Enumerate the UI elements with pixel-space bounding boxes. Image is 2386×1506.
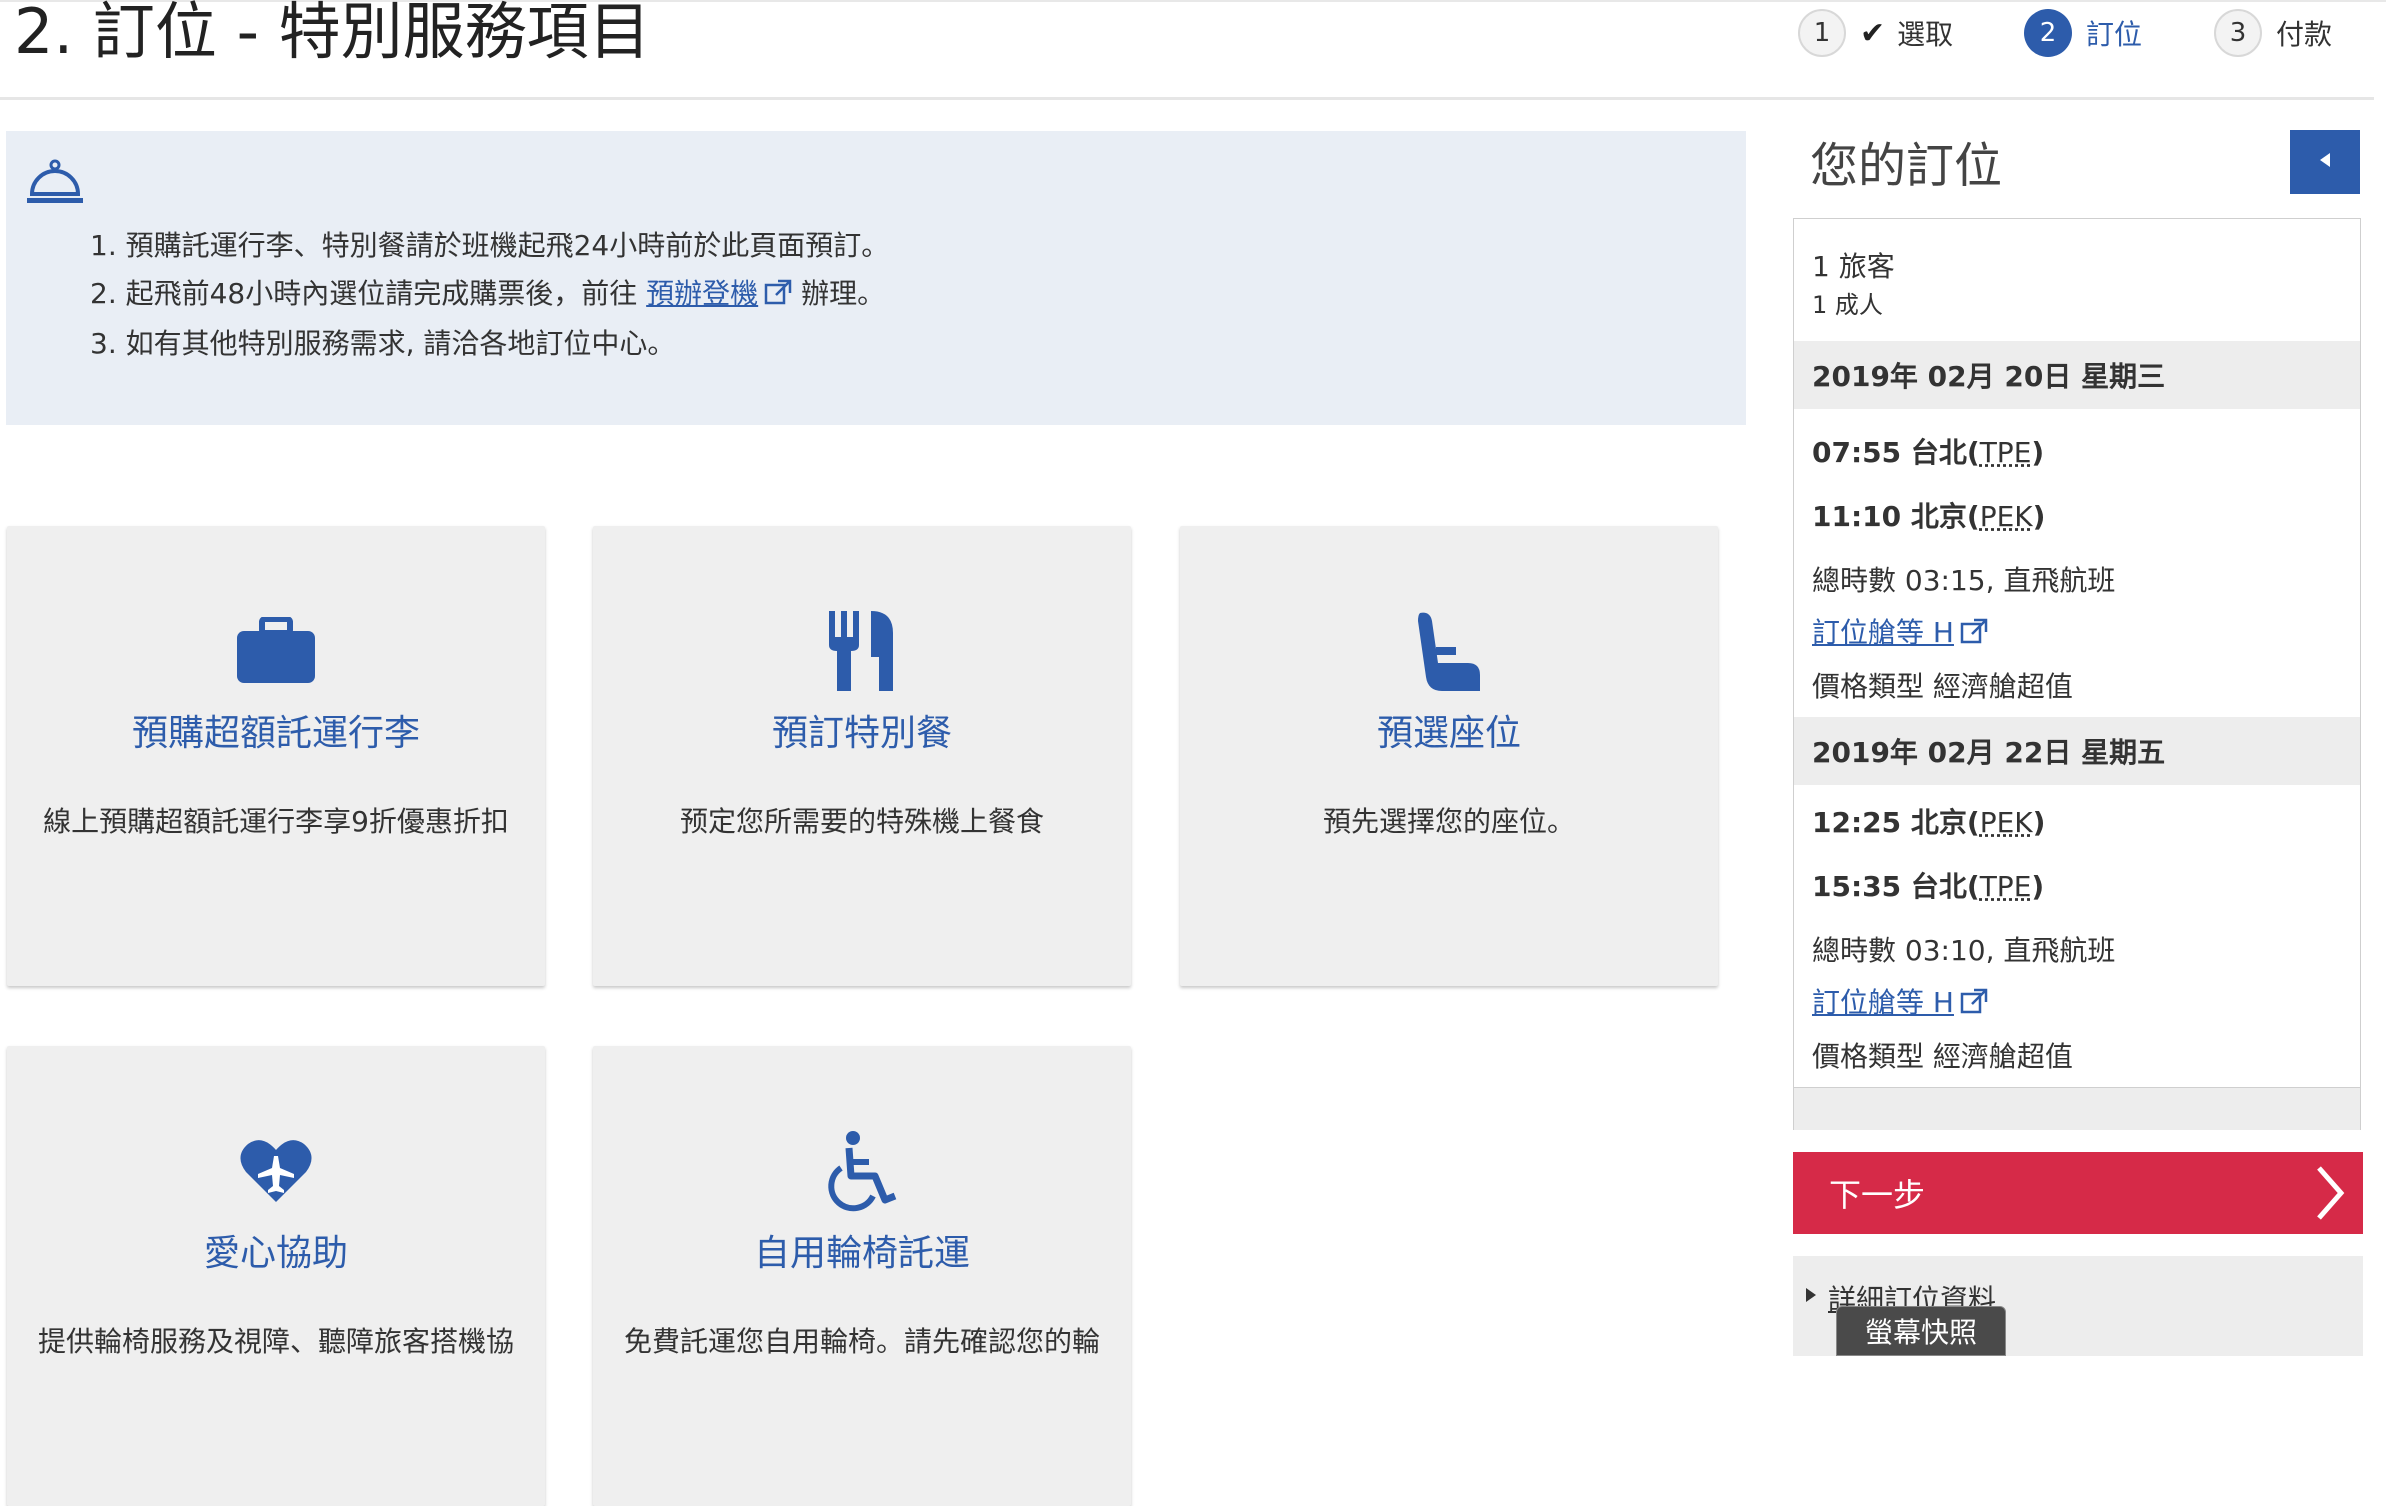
notice-list: 1. 預購託運行李、特別餐請於班機起飛24小時前於此頁面預訂。 2. 起飛前48…	[90, 222, 889, 368]
flight-date: 2019年 02月 20日 星期三	[1794, 341, 2360, 409]
service-description: 免費託運您自用輪椅。請先確認您的輪	[613, 1322, 1111, 1362]
arrival: 11:10 北京(PEK)	[1812, 495, 2045, 535]
external-link-icon	[1960, 618, 1988, 651]
heart-plane-icon	[7, 1126, 545, 1216]
service-card-seat[interactable]: 預選座位 預先選擇您的座位。	[1180, 526, 1718, 986]
service-bell-icon	[24, 158, 86, 212]
external-link-icon	[1960, 988, 1988, 1021]
service-description: 線上預購超額託運行李享9折優惠折扣	[27, 802, 525, 842]
step-label: 訂位	[2086, 13, 2142, 53]
arrival-code[interactable]: TPE	[1980, 870, 2032, 903]
departure-code[interactable]: PEK	[1980, 806, 2033, 839]
header-divider	[0, 97, 2374, 100]
service-title: 預選座位	[1180, 704, 1718, 756]
departure-code[interactable]: TPE	[1980, 436, 2032, 469]
notice-item: 1. 預購託運行李、特別餐請於班機起飛24小時前於此頁面預訂。	[90, 222, 889, 270]
cutlery-icon	[593, 606, 1131, 696]
page-title: 2. 訂位 - 特別服務項目	[14, 0, 651, 68]
booking-summary: 1 旅客 1 成人 2019年 02月 20日 星期三 07:55 台北(TPE…	[1793, 218, 2361, 1130]
departure: 07:55 台北(TPE)	[1812, 431, 2044, 471]
arrival: 15:35 台北(TPE)	[1812, 865, 2044, 905]
step-booking[interactable]: 2 訂位	[2024, 8, 2142, 58]
passenger-detail: 1 成人	[1812, 285, 1883, 320]
flight-duration: 總時數 03:15, 直飛航班	[1812, 559, 2115, 599]
arrival-city: 北京	[1911, 500, 1967, 533]
step-payment[interactable]: 3 付款	[2214, 8, 2332, 58]
departure: 12:25 北京(PEK)	[1812, 801, 2045, 841]
next-step-button[interactable]: 下一步	[1793, 1152, 2363, 1234]
service-title: 預購超額託運行李	[7, 704, 545, 756]
fare-class: 訂位艙等 H	[1812, 981, 1988, 1021]
step-number: 3	[2214, 9, 2262, 57]
service-description: 預先選擇您的座位。	[1200, 802, 1698, 842]
caret-right-icon	[1806, 1288, 1816, 1302]
flight-date: 2019年 02月 22日 星期五	[1794, 717, 2360, 785]
notice-item: 2. 起飛前48小時內選位請完成購票後，前往 預辦登機 辦理。	[90, 270, 889, 320]
service-card-special-assistance[interactable]: 愛心協助 提供輪椅服務及視障、聽障旅客搭機協	[7, 1046, 545, 1506]
departure-city: 台北	[1911, 436, 1967, 469]
screenshot-tooltip: 螢幕快照	[1836, 1306, 2006, 1356]
seat-icon	[1180, 606, 1718, 696]
service-title: 自用輪椅託運	[593, 1224, 1131, 1276]
fare-type: 價格類型 經濟艙超值	[1812, 665, 2073, 705]
booking-summary-title: 您的訂位	[1810, 126, 2002, 196]
next-step-label: 下一步	[1829, 1170, 1925, 1216]
chevron-right-icon	[2315, 1164, 2345, 1230]
fare-class-link[interactable]: 訂位艙等 H	[1812, 616, 1954, 649]
arrival-time: 11:10	[1812, 500, 1901, 533]
notice-text: 2. 起飛前48小時內選位請完成購票後，前往	[90, 277, 646, 310]
checkmark-icon: ✔	[1860, 16, 1885, 51]
departure-time: 12:25	[1812, 806, 1901, 839]
flight-duration: 總時數 03:10, 直飛航班	[1812, 929, 2115, 969]
suitcase-icon	[7, 606, 545, 696]
arrival-code[interactable]: PEK	[1980, 500, 2033, 533]
fare-class-link[interactable]: 訂位艙等 H	[1812, 986, 1954, 1019]
step-select[interactable]: 1 ✔ 選取	[1798, 8, 1953, 58]
summary-footer	[1794, 1087, 2360, 1130]
fare-class: 訂位艙等 H	[1812, 611, 1988, 651]
departure-time: 07:55	[1812, 436, 1901, 469]
step-label: 付款	[2276, 13, 2332, 53]
step-label: 選取	[1897, 13, 1953, 53]
service-title: 預訂特別餐	[593, 704, 1131, 756]
service-card-meal[interactable]: 預訂特別餐 预定您所需要的特殊機上餐食	[593, 526, 1131, 986]
service-description: 预定您所需要的特殊機上餐食	[613, 802, 1111, 842]
collapse-sidebar-button[interactable]	[2290, 130, 2360, 194]
caret-left-icon	[2318, 151, 2332, 173]
notice-item: 3. 如有其他特別服務需求, 請洽各地訂位中心。	[90, 320, 889, 368]
arrival-city: 台北	[1911, 870, 1967, 903]
step-number: 2	[2024, 9, 2072, 57]
service-card-wheelchair[interactable]: 自用輪椅託運 免費託運您自用輪椅。請先確認您的輪	[593, 1046, 1131, 1506]
online-checkin-link[interactable]: 預辦登機	[646, 277, 758, 310]
external-link-icon	[764, 272, 792, 320]
wheelchair-icon	[593, 1126, 1131, 1216]
service-title: 愛心協助	[7, 1224, 545, 1276]
departure-city: 北京	[1911, 806, 1967, 839]
passenger-count: 1 旅客	[1812, 245, 1895, 285]
arrival-time: 15:35	[1812, 870, 1901, 903]
notice-text: 辦理。	[792, 277, 885, 310]
service-card-baggage[interactable]: 預購超額託運行李 線上預購超額託運行李享9折優惠折扣	[7, 526, 545, 986]
step-number: 1	[1798, 9, 1846, 57]
fare-type: 價格類型 經濟艙超值	[1812, 1035, 2073, 1075]
service-description: 提供輪椅服務及視障、聽障旅客搭機協	[27, 1322, 525, 1362]
